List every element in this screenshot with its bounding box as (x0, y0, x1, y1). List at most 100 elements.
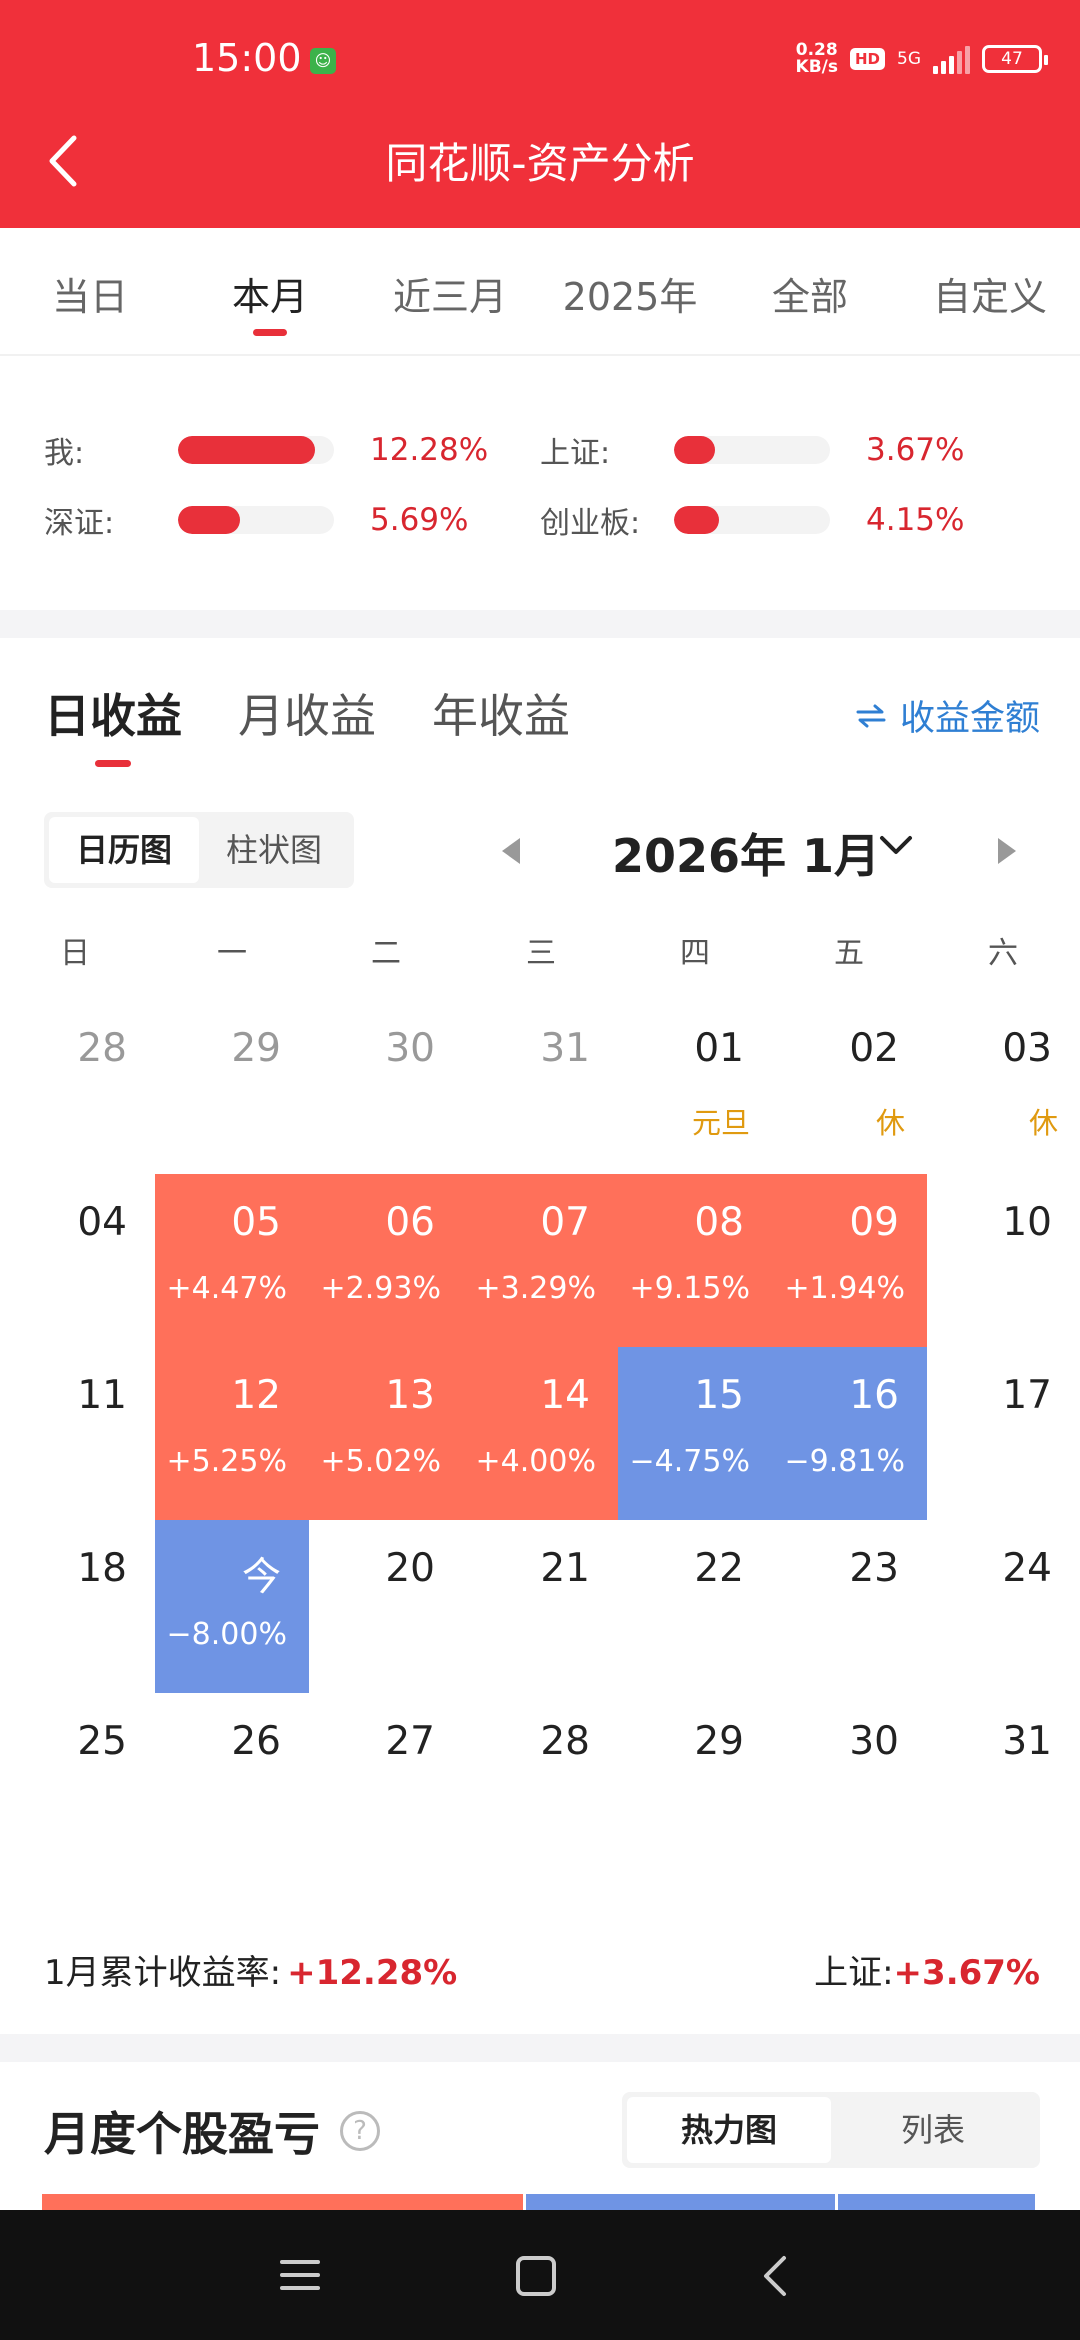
calendar-day-number: 23 (849, 1546, 899, 1591)
view-option-1[interactable]: 柱状图 (199, 817, 349, 883)
chevron-down-icon[interactable] (876, 830, 916, 860)
calendar-day-number: 21 (540, 1546, 590, 1591)
calendar-day[interactable]: 06 +2.93% (309, 1174, 463, 1347)
home-icon[interactable] (516, 2256, 556, 2296)
tab-1[interactable]: 本月 (180, 228, 360, 354)
calendar-day[interactable]: 03 休 (927, 1000, 1080, 1173)
calendar-day[interactable]: 14 +4.00% (463, 1347, 618, 1520)
calendar-day[interactable]: 30 (309, 1000, 463, 1173)
calendar-day[interactable]: 26 (155, 1693, 309, 1866)
calendar-day-return: −4.75% (629, 1444, 750, 1479)
calendar-day[interactable]: 24 (927, 1520, 1080, 1693)
amount-toggle[interactable]: 收益金额 (856, 690, 1040, 741)
calendar-day-number: 12 (231, 1373, 281, 1418)
calendar-day[interactable]: 今 −8.00% (155, 1520, 309, 1693)
calendar-day[interactable]: 23 (772, 1520, 927, 1693)
tab-4[interactable]: 全部 (720, 228, 900, 354)
calendar-day-number: 25 (77, 1719, 127, 1764)
calendar-day[interactable]: 05 +4.47% (155, 1174, 309, 1347)
calendar-day-number: 15 (694, 1373, 744, 1418)
calendar-day[interactable]: 22 (618, 1520, 772, 1693)
calendar-day[interactable]: 09 +1.94% (772, 1174, 927, 1347)
calendar-day[interactable]: 08 +9.15% (618, 1174, 772, 1347)
heatmap-tile[interactable] (838, 2194, 1035, 2210)
network-speed-unit: KB/s (795, 57, 838, 77)
calendar-day[interactable]: 28 (463, 1693, 618, 1866)
calendar-holiday-note: 休 (1028, 1106, 1058, 1140)
stock-view-option-0[interactable]: 热力图 (627, 2097, 831, 2163)
calendar-day[interactable]: 28 (0, 1000, 155, 1173)
calendar-day[interactable]: 31 (927, 1693, 1080, 1866)
calendar-day[interactable]: 02 休 (772, 1000, 927, 1173)
comparison-bar (178, 436, 334, 464)
heatmap-tile[interactable] (42, 2194, 523, 2210)
prev-month-icon[interactable] (502, 838, 520, 864)
weekday-label: 日 (60, 936, 90, 971)
next-month-icon[interactable] (998, 838, 1016, 864)
tab-0[interactable]: 当日 (0, 228, 180, 354)
tab-3[interactable]: 2025年 (540, 228, 720, 354)
calendar-day[interactable]: 13 +5.02% (309, 1347, 463, 1520)
comparison-label: 我: (44, 436, 85, 471)
calendar-day[interactable]: 18 (0, 1520, 155, 1693)
comparison-value: 5.69% (370, 502, 469, 538)
calendar-day-number: 02 (849, 1026, 899, 1071)
comparison-row: 我: 12.28% (44, 428, 488, 472)
calendar-day-number: 17 (1002, 1373, 1052, 1418)
calendar-day[interactable]: 16 −9.81% (772, 1347, 927, 1520)
calendar-day[interactable]: 31 (463, 1000, 618, 1173)
swap-icon (856, 704, 886, 727)
calendar-day-number: 06 (385, 1200, 435, 1245)
calendar-day[interactable]: 25 (0, 1693, 155, 1866)
back-icon[interactable] (760, 2254, 790, 2298)
comparison-bar-fill (674, 436, 715, 464)
calendar-day-number: 18 (77, 1546, 127, 1591)
return-tab-2[interactable]: 年收益 (432, 680, 570, 746)
month-label[interactable]: 2026年 1月 (612, 820, 880, 886)
calendar-day-return: +9.15% (629, 1271, 750, 1306)
calendar-day[interactable]: 29 (155, 1000, 309, 1173)
comparison-row: 上证: 3.67% (540, 428, 964, 472)
menu-icon[interactable] (280, 2260, 320, 2294)
notification-app-icon: ☺ (310, 48, 336, 74)
calendar-day[interactable]: 04 (0, 1174, 155, 1347)
calendar-day[interactable]: 12 +5.25% (155, 1347, 309, 1520)
tab-2[interactable]: 近三月 (360, 228, 540, 354)
calendar-day[interactable]: 21 (463, 1520, 618, 1693)
monthly-summary-label: 1月累计收益率: (44, 1953, 282, 1993)
section-divider (0, 2034, 1080, 2062)
return-tab-0[interactable]: 日收益 (44, 680, 182, 767)
calendar-day[interactable]: 29 (618, 1693, 772, 1866)
help-icon[interactable]: ? (340, 2111, 380, 2151)
calendar-day-number: 05 (231, 1200, 281, 1245)
calendar-day-return: +4.47% (166, 1271, 287, 1306)
calendar-day[interactable]: 01 元旦 (618, 1000, 772, 1173)
network-speed: 0.28 KB/s (796, 42, 838, 76)
calendar-day-number: 28 (77, 1026, 127, 1071)
stock-view-option-1[interactable]: 列表 (831, 2097, 1035, 2163)
app-header: 15:00 ☺ 0.28 KB/s HD 5G 47 同花顺-资产分析 (0, 0, 1080, 228)
calendar-day-return: +3.29% (475, 1271, 596, 1306)
comparison-bar-fill (674, 506, 720, 534)
return-tab-1[interactable]: 月收益 (238, 680, 376, 746)
heatmap-tile[interactable] (526, 2194, 835, 2210)
calendar-day[interactable]: 11 (0, 1347, 155, 1520)
calendar-day[interactable]: 10 (927, 1174, 1080, 1347)
calendar-day[interactable]: 17 (927, 1347, 1080, 1520)
calendar-day-number: 10 (1002, 1200, 1052, 1245)
calendar-day[interactable]: 20 (309, 1520, 463, 1693)
comparison-row: 深证: 5.69% (44, 498, 468, 542)
calendar-day-number: 03 (1002, 1026, 1052, 1071)
calendar-day[interactable]: 15 −4.75% (618, 1347, 772, 1520)
calendar-day[interactable]: 07 +3.29% (463, 1174, 618, 1347)
page-title: 同花顺-资产分析 (385, 139, 695, 188)
system-nav-bar (0, 2210, 1080, 2340)
view-option-0[interactable]: 日历图 (49, 817, 199, 883)
calendar-day-number: 28 (540, 1719, 590, 1764)
calendar-day[interactable]: 30 (772, 1693, 927, 1866)
comparison-value: 4.15% (866, 502, 965, 538)
calendar-day[interactable]: 27 (309, 1693, 463, 1866)
calendar-day-number: 30 (849, 1719, 899, 1764)
benchmark-summary: 上证:+3.67% (814, 1945, 1040, 1994)
tab-5[interactable]: 自定义 (900, 228, 1080, 354)
